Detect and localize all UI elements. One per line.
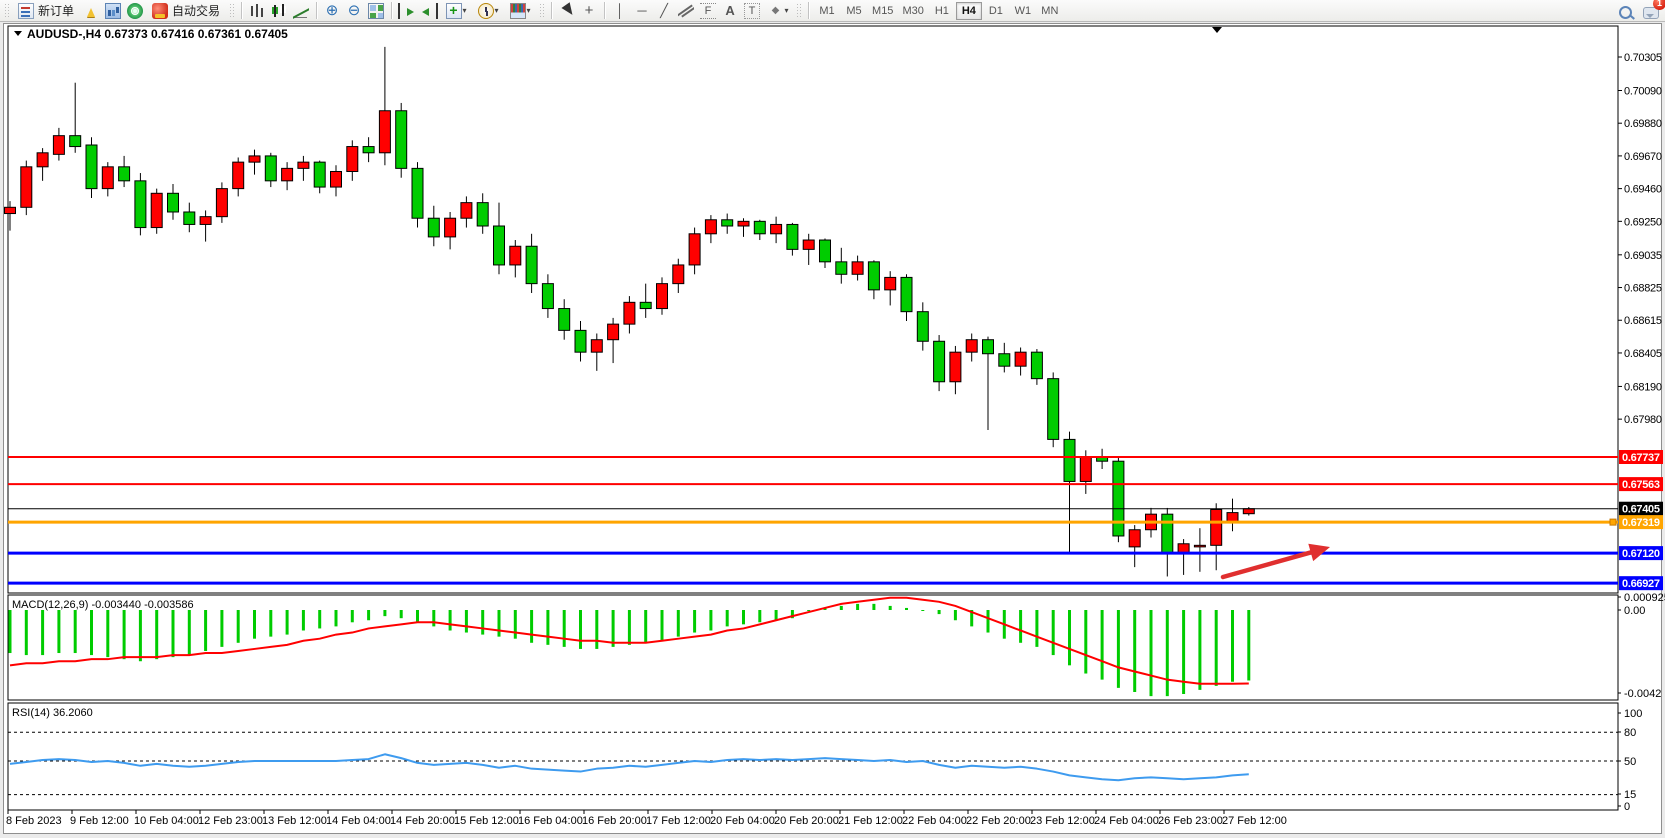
svg-text:AUDUSD-,H4 0.67373 0.67416 0.: AUDUSD-,H4 0.67373 0.67416 0.67361 0.674… [27,27,288,41]
svg-text:9 Feb 12:00: 9 Feb 12:00 [70,815,129,827]
svg-text:0.69670: 0.69670 [1624,151,1662,163]
svg-text:0.69460: 0.69460 [1624,184,1662,196]
svg-text:14 Feb 04:00: 14 Feb 04:00 [326,815,391,827]
svg-text:22 Feb 04:00: 22 Feb 04:00 [902,815,967,827]
svg-text:20 Feb 04:00: 20 Feb 04:00 [710,815,775,827]
macd-label: MACD(12,26,9) -0.003440 -0.003586 [12,599,194,611]
chart-pane [8,703,1618,810]
svg-text:8 Feb 2023: 8 Feb 2023 [6,815,62,827]
svg-text:0: 0 [1624,801,1630,813]
time-axis[interactable]: 8 Feb 2023 9 Feb 12:00 10 Feb 04:0012 Feb … [6,810,1287,827]
svg-text:80: 80 [1624,727,1636,739]
svg-text:100: 100 [1624,708,1642,720]
svg-text:16 Feb 04:00: 16 Feb 04:00 [518,815,583,827]
svg-text:0.68405: 0.68405 [1624,348,1662,360]
svg-text:0.68615: 0.68615 [1624,315,1662,327]
svg-text:23 Feb 12:00: 23 Feb 12:00 [1030,815,1095,827]
svg-text:15: 15 [1624,789,1636,801]
svg-text:0.00: 0.00 [1624,605,1645,617]
price-axis[interactable]: 0.70305 0.70090 0.69880 0.69670 0.69460 0.692… [1618,52,1665,813]
svg-text:0.68825: 0.68825 [1624,283,1662,295]
svg-text:20 Feb 20:00: 20 Feb 20:00 [774,815,839,827]
svg-text:26 Feb 23:00: 26 Feb 23:00 [1158,815,1223,827]
svg-text:22 Feb 20:00: 22 Feb 20:00 [966,815,1031,827]
svg-text:0.66927: 0.66927 [1622,578,1660,590]
svg-text:0.67120: 0.67120 [1622,548,1660,560]
svg-text:12 Feb 23:00: 12 Feb 23:00 [198,815,263,827]
svg-text:0.67405: 0.67405 [1622,504,1660,516]
svg-text:0.68190: 0.68190 [1624,381,1662,393]
svg-text:13 Feb 12:00: 13 Feb 12:00 [262,815,327,827]
svg-text:24 Feb 04:00: 24 Feb 04:00 [1094,815,1159,827]
svg-text:27 Feb 12:00: 27 Feb 12:00 [1222,815,1287,827]
svg-text:0.67737: 0.67737 [1622,452,1660,464]
svg-text:0.70090: 0.70090 [1624,85,1662,97]
svg-text:0.67319: 0.67319 [1622,517,1660,529]
svg-text:0.69035: 0.69035 [1624,250,1662,262]
rsi-label: RSI(14) 36.2060 [12,707,93,719]
svg-text:10 Feb 04:00: 10 Feb 04:00 [134,815,199,827]
svg-text:14 Feb 20:00: 14 Feb 20:00 [390,815,455,827]
svg-text:0.67563: 0.67563 [1622,479,1660,491]
svg-text:15 Feb 12:00: 15 Feb 12:00 [454,815,519,827]
chart-title: AUDUSD-,H4 0.67373 0.67416 0.67361 0.674… [14,27,288,41]
svg-text:0.69880: 0.69880 [1624,118,1662,130]
svg-text:17 Feb 12:00: 17 Feb 12:00 [646,815,711,827]
svg-text:16 Feb 20:00: 16 Feb 20:00 [582,815,647,827]
svg-text:0.70305: 0.70305 [1624,52,1662,64]
svg-text:21 Feb 12:00: 21 Feb 12:00 [838,815,903,827]
svg-text:50: 50 [1624,756,1636,768]
svg-text:-0.0042: -0.0042 [1624,688,1661,700]
chart-pane [8,26,1618,593]
chart-canvas[interactable]: 0.70305 0.70090 0.69880 0.69670 0.69460 0.692… [0,0,1665,838]
svg-text:0.69250: 0.69250 [1624,216,1662,228]
svg-text:0.000925: 0.000925 [1624,592,1665,604]
svg-text:0.67980: 0.67980 [1624,414,1662,426]
